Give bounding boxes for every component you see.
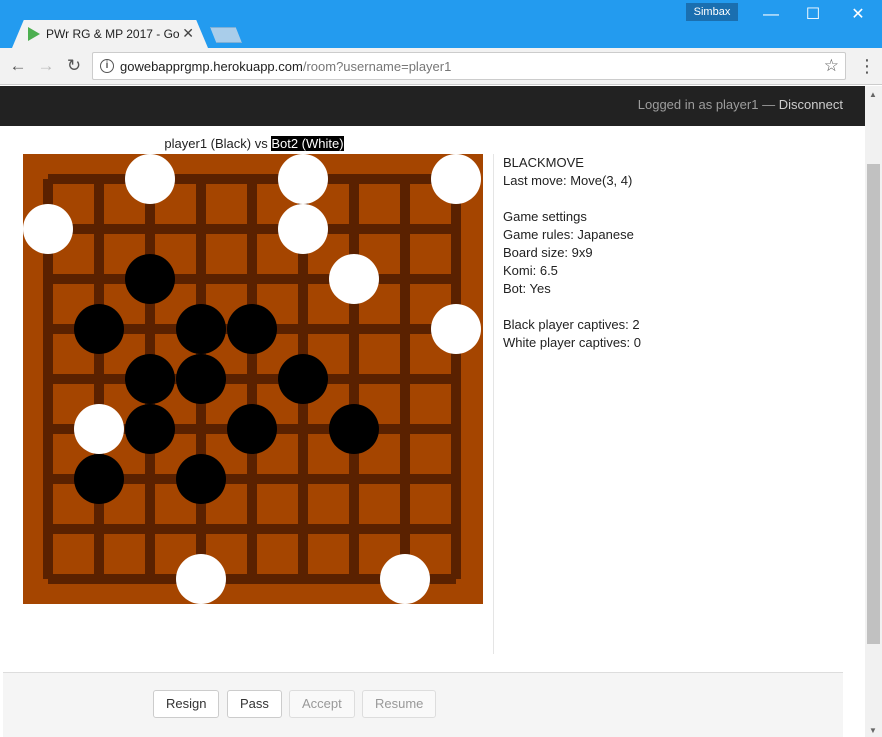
scroll-down-icon[interactable]: ▼: [869, 726, 877, 735]
black-stone: [125, 354, 175, 404]
white-stone: [278, 204, 328, 254]
maximize-icon[interactable]: ☐: [798, 4, 828, 26]
go-board[interactable]: [23, 154, 483, 604]
black-stone: [176, 354, 226, 404]
white-stone: [431, 154, 481, 204]
bot-flag: Bot: Yes: [503, 281, 551, 296]
last-move: Last move: Move(3, 4): [503, 173, 633, 188]
white-stone: [431, 304, 481, 354]
black-stone: [227, 404, 277, 454]
panel-divider: [493, 154, 494, 654]
black-stone: [278, 354, 328, 404]
komi: Komi: 6.5: [503, 263, 558, 278]
black-stone: [227, 304, 277, 354]
board-size: Board size: 9x9: [503, 245, 593, 260]
url-host: gowebapprgmp.herokuapp.com: [120, 59, 303, 74]
logged-in-text: Logged in as player1 —: [637, 97, 779, 112]
action-bar: Resign Pass Accept Resume: [3, 672, 843, 737]
players-heading: player1 (Black) vs Bot2 (White): [3, 136, 505, 151]
black-stone: [176, 304, 226, 354]
tab-title: PWr RG & MP 2017 - Go: [46, 27, 180, 41]
url-text: gowebapprgmp.herokuapp.com/room?username…: [120, 59, 451, 74]
page-scrollbar[interactable]: ▲ ▼: [865, 86, 882, 737]
app-navbar: Logged in as player1 — Disconnect: [0, 86, 865, 126]
players-black: player1 (Black) vs: [164, 136, 272, 151]
black-stone: [176, 454, 226, 504]
tab-close-icon[interactable]: ✕: [182, 25, 194, 42]
white-stone: [329, 254, 379, 304]
new-tab-button[interactable]: [210, 27, 242, 43]
minimize-icon[interactable]: —: [756, 4, 786, 26]
black-stone: [125, 254, 175, 304]
white-stone: [278, 154, 328, 204]
black-stone: [125, 404, 175, 454]
black-stone: [329, 404, 379, 454]
white-stone: [74, 404, 124, 454]
game-status: BLACKMOVE: [503, 155, 584, 170]
scrollbar-thumb[interactable]: [867, 164, 880, 644]
white-stone: [380, 554, 430, 604]
browser-title-bar: PWr RG & MP 2017 - Go ✕ Simbax — ☐ ✕: [0, 0, 882, 48]
white-stone: [23, 204, 73, 254]
white-stone: [125, 154, 175, 204]
url-path: /room?username=player1: [302, 59, 452, 74]
scroll-up-icon[interactable]: ▲: [869, 90, 877, 99]
site-info-icon[interactable]: i: [100, 59, 114, 73]
black-stone: [74, 304, 124, 354]
resign-button[interactable]: Resign: [153, 690, 220, 718]
reload-icon[interactable]: ↻: [63, 55, 85, 77]
browser-tab[interactable]: PWr RG & MP 2017 - Go ✕: [12, 20, 208, 48]
profile-badge[interactable]: Simbax: [686, 3, 738, 21]
game-rules: Game rules: Japanese: [503, 227, 634, 242]
game-room: player1 (Black) vs Bot2 (White) BLACKMOV…: [3, 126, 865, 737]
accept-button[interactable]: Accept: [289, 690, 355, 718]
window-close-icon[interactable]: ✕: [843, 4, 873, 26]
bookmark-star-icon[interactable]: ☆: [824, 56, 839, 76]
pass-button[interactable]: Pass: [227, 690, 282, 718]
address-bar[interactable]: i gowebapprgmp.herokuapp.com/room?userna…: [92, 52, 846, 80]
forward-icon[interactable]: →: [35, 55, 57, 77]
login-status: Logged in as player1 — Disconnect: [638, 97, 843, 112]
go-board-svg[interactable]: [23, 154, 483, 604]
resume-button[interactable]: Resume: [362, 690, 437, 718]
game-info-panel: BLACKMOVE Last move: Move(3, 4) Game set…: [503, 154, 641, 352]
browser-toolbar: ← → ↻ i gowebapprgmp.herokuapp.com/room?…: [0, 48, 882, 85]
black-stone: [74, 454, 124, 504]
players-white: Bot2 (White): [271, 136, 344, 151]
white-stone: [176, 554, 226, 604]
white-captives: White player captives: 0: [503, 335, 642, 350]
disconnect-link[interactable]: Disconnect: [779, 97, 843, 112]
play-icon: [28, 27, 40, 41]
black-captives: Black player captives: 2: [503, 317, 640, 332]
settings-heading: Game settings: [503, 209, 587, 224]
back-icon[interactable]: ←: [7, 55, 29, 77]
browser-menu-icon[interactable]: ⋮: [858, 55, 876, 77]
